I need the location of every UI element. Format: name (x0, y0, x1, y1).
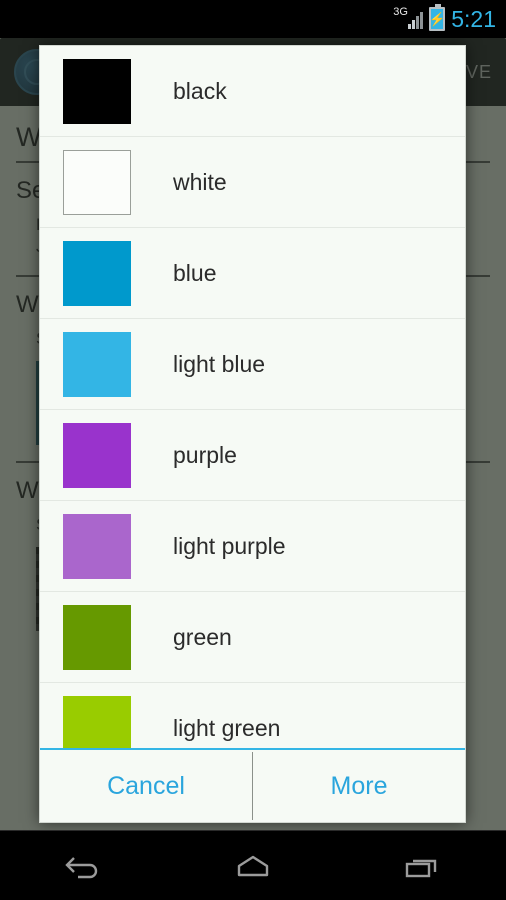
color-swatch-icon (63, 149, 131, 215)
color-swatch-icon (63, 331, 131, 397)
color-swatch-icon (63, 422, 131, 488)
color-name-label: white (173, 168, 227, 195)
color-picker-dialog: black white blue light blue purple light purp… (39, 45, 466, 823)
color-list-item[interactable]: blue (40, 228, 465, 319)
dialog-button-bar: Cancel More (40, 748, 465, 822)
signal-bars-icon: 3G (393, 6, 424, 31)
color-list-item[interactable]: purple (40, 410, 465, 501)
color-name-label: light green (173, 714, 281, 741)
color-swatch-icon (63, 513, 131, 579)
status-bar: 3G ⚡ 5:21 (0, 0, 506, 38)
color-name-label: black (173, 77, 227, 104)
color-list-item[interactable]: light blue (40, 319, 465, 410)
color-list-item[interactable]: white (40, 137, 465, 228)
navigation-bar (0, 830, 506, 900)
back-icon[interactable] (52, 846, 116, 886)
color-list[interactable]: black white blue light blue purple light purp… (40, 46, 465, 748)
color-list-item[interactable]: light purple (40, 501, 465, 592)
device-screen: VE W Se Da Ju Wi Se Wi Se 3G ⚡ 5:21 (0, 0, 506, 900)
color-name-label: light purple (173, 532, 286, 559)
home-icon[interactable] (221, 846, 285, 886)
color-list-item[interactable]: light green (40, 683, 465, 748)
color-swatch-icon (63, 604, 131, 670)
cancel-button[interactable]: Cancel (40, 750, 252, 822)
color-list-item[interactable]: black (40, 46, 465, 137)
color-swatch-icon (63, 58, 131, 124)
color-swatch-icon (63, 695, 131, 748)
color-swatch-icon (63, 240, 131, 306)
color-name-label: light blue (173, 350, 266, 377)
color-name-label: blue (173, 259, 217, 286)
recent-apps-icon[interactable] (390, 846, 454, 886)
color-list-item[interactable]: green (40, 592, 465, 683)
clock-label: 5:21 (451, 5, 496, 32)
bolt-glyph: ⚡ (429, 11, 446, 27)
more-button[interactable]: More (253, 750, 465, 822)
color-name-label: purple (173, 441, 237, 468)
color-name-label: green (173, 623, 232, 650)
battery-charging-icon: ⚡ (429, 4, 446, 31)
network-type-label: 3G (393, 6, 408, 18)
